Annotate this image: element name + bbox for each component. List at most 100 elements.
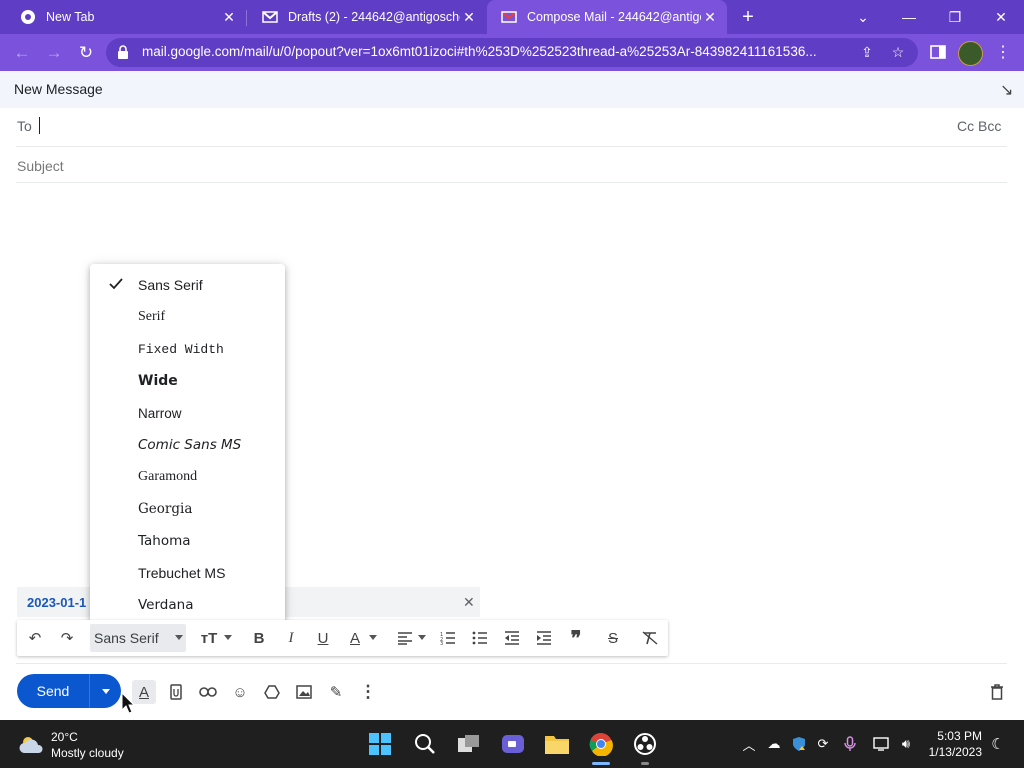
chrome-icon [20, 9, 36, 25]
remove-formatting-icon[interactable] [639, 624, 661, 652]
obs-studio-icon[interactable] [631, 730, 659, 758]
cc-bcc-link[interactable]: Cc Bcc [957, 118, 1001, 134]
formatting-options-icon[interactable]: A [132, 680, 156, 704]
volume-icon[interactable]: 🔊︎ [896, 735, 916, 753]
minimize-icon[interactable]: — [886, 0, 932, 34]
onedrive-cloud-icon[interactable]: ☁ [764, 735, 784, 753]
more-options-icon[interactable]: ⋮ [356, 680, 380, 704]
divider [16, 182, 1007, 183]
compose-title: New Message [14, 81, 103, 97]
url-text[interactable]: mail.google.com/mail/u/0/popout?ver=1ox6… [142, 44, 852, 62]
chevron-down-icon[interactable] [369, 635, 377, 640]
discard-draft-trash-icon[interactable] [985, 680, 1009, 704]
quote-icon[interactable]: ❞ [565, 624, 587, 652]
indent-less-icon[interactable] [501, 624, 523, 652]
font-option-tahoma[interactable]: Tahoma [90, 525, 285, 557]
chevron-down-icon [101, 688, 110, 694]
font-option-wide[interactable]: Wide [90, 365, 285, 397]
attachment-name[interactable]: 2023-01-1 [27, 595, 86, 610]
tab-new-tab[interactable]: New Tab ✕ [6, 0, 246, 34]
chevron-down-icon[interactable] [418, 635, 426, 640]
signature-pen-icon[interactable]: ✎ [324, 680, 348, 704]
font-option-fixed-width[interactable]: Fixed Width [90, 333, 285, 365]
close-tab-icon[interactable]: ✕ [460, 8, 478, 26]
italic-icon[interactable]: I [280, 624, 302, 652]
redo-icon[interactable]: ↷ [55, 624, 79, 652]
tab-search-chevron-icon[interactable]: ⌄ [840, 0, 886, 34]
insert-link-icon[interactable] [196, 680, 220, 704]
show-hidden-icons-chevron-icon[interactable]: ︿ [741, 735, 757, 753]
emoji-icon[interactable]: ☺ [228, 680, 252, 704]
font-option-verdana[interactable]: Verdana [90, 589, 285, 621]
mouse-cursor-icon [121, 691, 136, 719]
close-tab-icon[interactable]: ✕ [220, 8, 238, 26]
attach-file-icon[interactable] [164, 680, 188, 704]
more-menu-icon[interactable]: ⋮ [991, 40, 1015, 64]
font-option-trebuchet[interactable]: Trebuchet MS [90, 557, 285, 589]
font-option-label: Narrow [138, 405, 182, 421]
strikethrough-icon[interactable]: S [602, 624, 624, 652]
align-icon[interactable] [394, 624, 416, 652]
insert-photo-icon[interactable] [292, 680, 316, 704]
font-option-label: Verdana [138, 597, 194, 613]
google-drive-icon[interactable] [260, 680, 284, 704]
subject-input[interactable]: Subject [17, 158, 64, 174]
file-explorer-icon[interactable] [543, 730, 571, 758]
task-view-icon[interactable] [455, 730, 483, 758]
focus-moon-icon[interactable]: ☾ [988, 735, 1008, 753]
indent-more-icon[interactable] [533, 624, 555, 652]
chevron-down-icon[interactable] [175, 635, 183, 640]
send-options-button[interactable] [89, 674, 121, 708]
tab-drafts[interactable]: Drafts (2) - 244642@antigoschoo ✕ [248, 0, 486, 34]
to-input[interactable] [40, 112, 940, 140]
reload-icon[interactable]: ↻ [71, 34, 101, 71]
side-panel-icon[interactable] [926, 40, 950, 64]
lock-icon[interactable] [117, 45, 131, 59]
send-button[interactable]: Send [17, 674, 89, 708]
bookmark-star-icon[interactable]: ☆ [886, 40, 910, 64]
font-size-icon[interactable]: ᴛT [198, 624, 220, 652]
close-window-icon[interactable]: ✕ [978, 0, 1024, 34]
close-tab-icon[interactable]: ✕ [701, 8, 719, 26]
tab-compose[interactable]: Compose Mail - 244642@antigo ✕ [487, 0, 727, 34]
bold-icon[interactable]: B [248, 624, 270, 652]
weather-temperature[interactable]: 20°C [51, 730, 78, 744]
numbered-list-icon[interactable]: 123 [437, 624, 459, 652]
new-tab-plus-icon[interactable]: + [736, 5, 760, 29]
font-option-serif[interactable]: Serif [90, 301, 285, 333]
sync-update-icon[interactable]: ⟳ [813, 735, 833, 753]
clock-time[interactable]: 5:03 PM [928, 729, 982, 743]
pop-in-arrow-icon[interactable]: ↘ [1000, 80, 1013, 100]
restore-icon[interactable]: ❐ [932, 0, 978, 34]
font-option-georgia[interactable]: Georgia [90, 493, 285, 525]
search-icon[interactable] [411, 730, 439, 758]
network-icon[interactable] [872, 735, 892, 753]
share-icon[interactable]: ⇪ [855, 40, 879, 64]
chevron-down-icon[interactable] [224, 635, 232, 640]
microphone-icon[interactable] [841, 735, 859, 753]
font-option-narrow[interactable]: Narrow [90, 397, 285, 429]
font-option-label: Garamond [138, 469, 198, 484]
font-option-garamond[interactable]: Garamond [90, 461, 285, 493]
font-family-value[interactable]: Sans Serif [94, 630, 159, 646]
font-option-sans-serif[interactable]: Sans Serif [90, 269, 285, 301]
security-shield-icon[interactable] [789, 735, 809, 753]
bulleted-list-icon[interactable] [469, 624, 491, 652]
back-icon[interactable]: ← [7, 34, 37, 71]
gmail-icon [262, 9, 278, 25]
windows-start-icon[interactable] [366, 730, 394, 758]
remove-attachment-icon[interactable]: ✕ [463, 594, 475, 611]
text-color-icon[interactable]: A [344, 624, 366, 652]
profile-avatar[interactable] [958, 41, 983, 66]
weather-cloud-icon[interactable] [18, 733, 46, 757]
undo-icon[interactable]: ↶ [23, 624, 47, 652]
chrome-taskbar-icon[interactable] [587, 730, 615, 758]
font-option-comic-sans[interactable]: Comic Sans MS [90, 429, 285, 461]
underline-icon[interactable]: U [312, 624, 334, 652]
clock-date[interactable]: 1/13/2023 [924, 745, 982, 759]
forward-icon[interactable]: → [39, 34, 69, 71]
weather-description[interactable]: Mostly cloudy [51, 746, 124, 760]
teams-chat-icon[interactable] [499, 730, 527, 758]
font-option-label: Georgia [138, 501, 193, 517]
tab-divider [246, 10, 247, 26]
